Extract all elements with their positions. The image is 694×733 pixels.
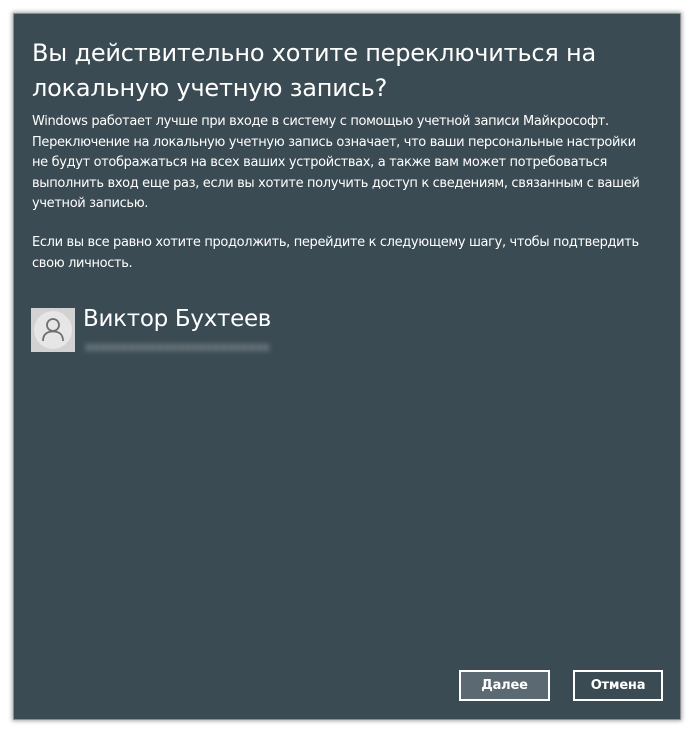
dialog-title: Вы действительно хотите переключиться на… xyxy=(32,39,597,102)
dialog-instruction: Если вы все равно хотите продолжить, пер… xyxy=(32,235,639,271)
account-info: Виктор Бухтеев xxxxxxxxxxxxxxxxxxxxxxxxx… xyxy=(31,306,431,354)
account-email-redacted: xxxxxxxxxxxxxxxxxxxxxxxxxx xyxy=(85,340,270,354)
account-name: Виктор Бухтеев xyxy=(83,306,272,332)
dialog-description: Windows работает лучше при входе в систе… xyxy=(32,114,640,211)
avatar xyxy=(31,308,75,352)
next-button[interactable]: Далее xyxy=(459,670,550,701)
cancel-button[interactable]: Отмена xyxy=(573,670,663,701)
user-icon xyxy=(42,318,64,342)
switch-to-local-account-dialog: Вы действительно хотите переключиться на… xyxy=(14,14,680,719)
